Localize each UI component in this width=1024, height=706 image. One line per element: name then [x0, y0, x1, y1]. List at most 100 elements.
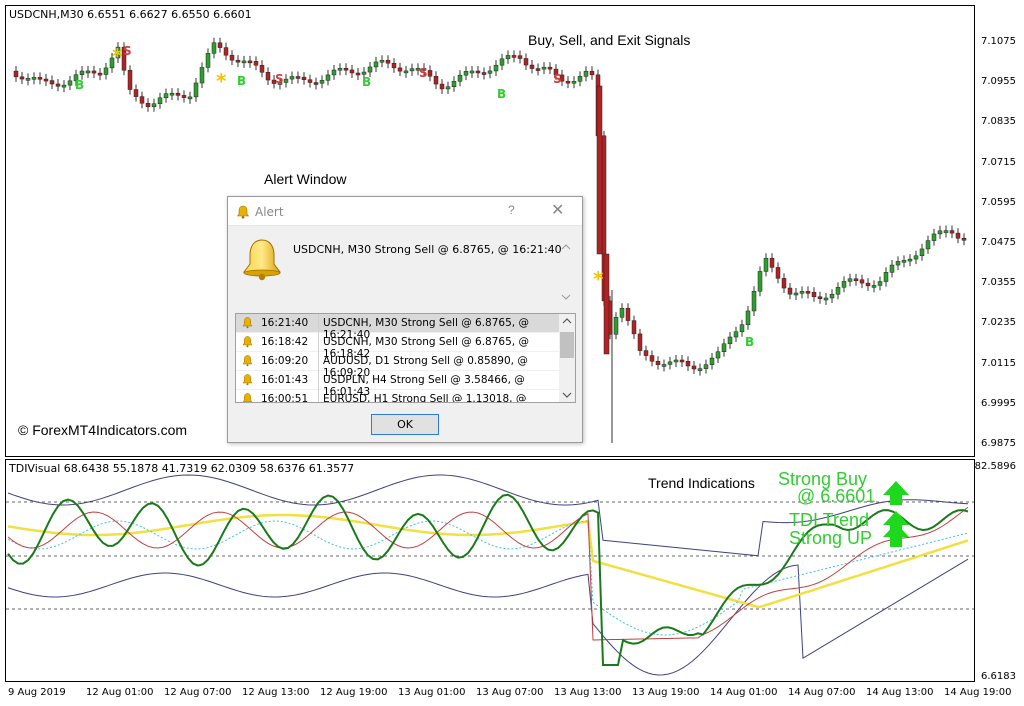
alert-dialog[interactable]: Alert ? ✕ USDCNH, M30 Strong Sell @ 6.87… — [227, 196, 583, 443]
candle-body — [391, 62, 397, 69]
candle-body — [829, 294, 835, 299]
candle-body — [481, 72, 487, 75]
buy-signal-marker: B — [497, 87, 506, 101]
candle-body — [655, 361, 661, 365]
candle-body — [445, 86, 451, 90]
time-tick: 12 Aug 07:00 — [164, 687, 232, 698]
candle-body — [565, 80, 571, 84]
candle-body — [325, 74, 331, 81]
candle-body — [385, 59, 391, 64]
price-tick: 7.0955 — [981, 76, 1016, 88]
candle-body — [847, 278, 853, 282]
candle-body — [757, 271, 763, 292]
column-divider — [318, 390, 319, 402]
candle-body — [733, 331, 739, 338]
alert-row-time: 16:09:20 — [261, 355, 309, 367]
candle-body — [211, 42, 217, 54]
bell-icon — [242, 393, 253, 402]
candle-body — [541, 66, 547, 70]
candle-body — [517, 55, 523, 59]
time-tick: 12 Aug 01:00 — [86, 687, 154, 698]
bell-icon — [242, 374, 253, 386]
candle-body — [85, 70, 91, 74]
candle-body — [301, 76, 307, 80]
time-tick: 14 Aug 13:00 — [866, 687, 934, 698]
bell-icon — [242, 355, 253, 367]
close-icon[interactable]: ✕ — [551, 200, 564, 220]
candle-body — [19, 76, 25, 80]
alert-window-caption: Alert Window — [264, 171, 347, 187]
candle-body — [247, 60, 253, 64]
time-tick: 13 Aug 07:00 — [476, 687, 544, 698]
ok-button[interactable]: OK — [371, 414, 439, 435]
candle-body — [307, 79, 313, 83]
price-tick: 6.9875 — [981, 438, 1016, 449]
alert-titlebar[interactable]: Alert ? ✕ — [228, 197, 582, 226]
candle-body — [889, 264, 895, 273]
alert-row-time: 16:00:51 — [261, 393, 309, 403]
candle-body — [151, 103, 157, 107]
candle-body — [637, 333, 643, 351]
candle-body — [841, 281, 847, 288]
price-tick: 7.1075 — [981, 36, 1016, 47]
candle-body — [373, 61, 379, 68]
candle-body — [596, 85, 603, 255]
candle-body — [619, 308, 625, 318]
candle-body — [703, 364, 709, 369]
candle-body — [679, 359, 685, 363]
candle-body — [319, 80, 325, 84]
candle-body — [931, 233, 937, 241]
candle-body — [673, 359, 679, 363]
candle-body — [937, 230, 943, 235]
candle-body — [295, 76, 301, 79]
candle-body — [379, 59, 385, 63]
candle-body — [871, 285, 877, 288]
chart-header: USDCNH,M30 6.6551 6.6627 6.6550 6.6601 — [9, 8, 252, 21]
candle-body — [433, 75, 439, 85]
candle-body — [523, 58, 529, 66]
candle-body — [529, 64, 535, 69]
candle-body — [439, 83, 445, 90]
message-scrollbar[interactable] — [558, 237, 574, 307]
candle-body — [49, 80, 55, 85]
indicator-header: TDIVisual 68.6438 55.1878 41.7319 62.030… — [9, 462, 355, 475]
sell-signal-marker: S — [553, 72, 562, 86]
time-tick: 9 Aug 2019 — [8, 687, 66, 698]
candle-body — [61, 84, 67, 88]
candle-body — [907, 258, 913, 262]
alert-row-time: 16:18:42 — [261, 336, 309, 348]
candle-body — [661, 364, 667, 367]
candle-body — [37, 77, 43, 80]
sell-signal-marker: S — [419, 66, 428, 80]
price-tick: 6.9995 — [981, 397, 1016, 409]
alert-history-list[interactable]: 16:00:51 EURUSD, H1 Strong Sell @ 1.13018… — [235, 313, 576, 403]
indicator-top-value: 82.5896 — [974, 461, 1016, 472]
candle-body — [685, 361, 691, 367]
candle-body — [613, 317, 619, 335]
exit-signal-marker: * — [112, 44, 123, 68]
column-divider — [318, 333, 319, 352]
exit-signal-marker: * — [593, 267, 604, 291]
help-icon[interactable]: ? — [508, 203, 515, 217]
candle-body — [475, 70, 481, 74]
large-bell-icon — [243, 239, 281, 281]
alert-row[interactable]: 16:21:40 USDCNH, M30 Strong Sell @ 6.8765… — [236, 314, 561, 341]
candle-body — [745, 310, 751, 325]
candle-body — [883, 272, 889, 282]
list-scrollbar[interactable] — [559, 314, 575, 402]
candle-body — [55, 83, 61, 87]
candle-body — [241, 60, 247, 64]
candle-body — [751, 290, 757, 312]
price-tick: 7.0835 — [981, 116, 1016, 128]
time-tick: 12 Aug 13:00 — [242, 687, 310, 698]
column-divider — [318, 352, 319, 371]
candle-body — [367, 66, 373, 73]
alert-row-time: 16:21:40 — [261, 317, 309, 329]
candle-body — [103, 67, 109, 75]
strong-buy-line2: @ 6.6601 — [797, 486, 876, 506]
candle-body — [235, 59, 241, 63]
candle-body — [805, 291, 811, 294]
candle-body — [697, 368, 703, 371]
candle-body — [811, 291, 817, 297]
candle-body — [427, 70, 433, 77]
